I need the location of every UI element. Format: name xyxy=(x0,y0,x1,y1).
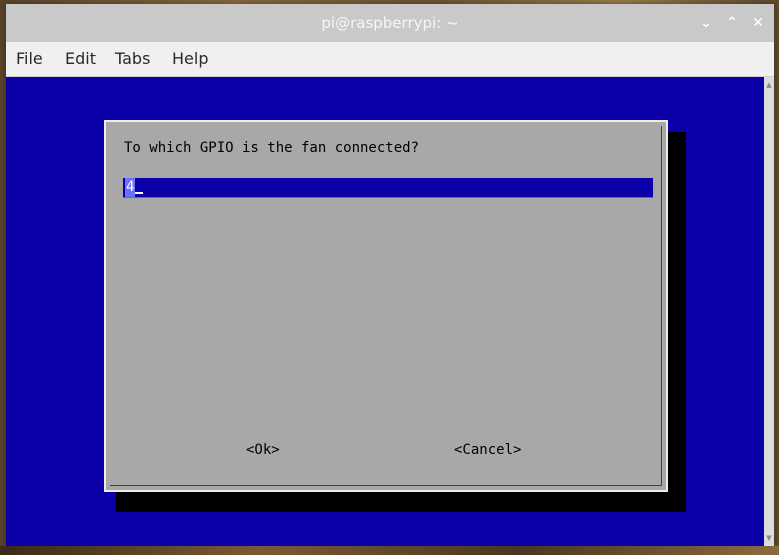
menu-help[interactable]: Help xyxy=(172,42,208,76)
menu-file[interactable]: File xyxy=(16,42,43,76)
menu-bar: File Edit Tabs Help xyxy=(6,42,774,77)
cancel-button[interactable]: <Cancel> xyxy=(454,442,521,458)
maximize-button[interactable]: ⌃ xyxy=(722,13,742,33)
gpio-input[interactable]: 4 xyxy=(123,178,653,198)
menu-edit[interactable]: Edit xyxy=(65,42,96,76)
desktop-background xyxy=(0,546,779,555)
scroll-up-icon[interactable]: ▲ xyxy=(764,79,774,91)
scrollbar[interactable]: ▲ ▼ xyxy=(764,77,774,546)
terminal-window: pi@raspberrypi: ~ ⌄ ⌃ ✕ File Edit Tabs H… xyxy=(6,4,774,546)
scroll-down-icon[interactable]: ▼ xyxy=(764,532,774,544)
close-button[interactable]: ✕ xyxy=(748,13,768,33)
window-title: pi@raspberrypi: ~ xyxy=(321,14,459,32)
title-bar[interactable]: pi@raspberrypi: ~ ⌄ ⌃ ✕ xyxy=(6,4,774,43)
text-cursor xyxy=(135,178,144,194)
terminal-area[interactable]: To which GPIO is the fan connected? 4 <O… xyxy=(6,77,764,546)
input-dialog: To which GPIO is the fan connected? 4 <O… xyxy=(104,120,668,492)
menu-tabs[interactable]: Tabs xyxy=(115,42,150,76)
input-value: 4 xyxy=(125,178,136,197)
ok-button[interactable]: <Ok> xyxy=(246,442,280,458)
minimize-button[interactable]: ⌄ xyxy=(696,13,716,33)
dialog-prompt: To which GPIO is the fan connected? xyxy=(124,140,420,156)
